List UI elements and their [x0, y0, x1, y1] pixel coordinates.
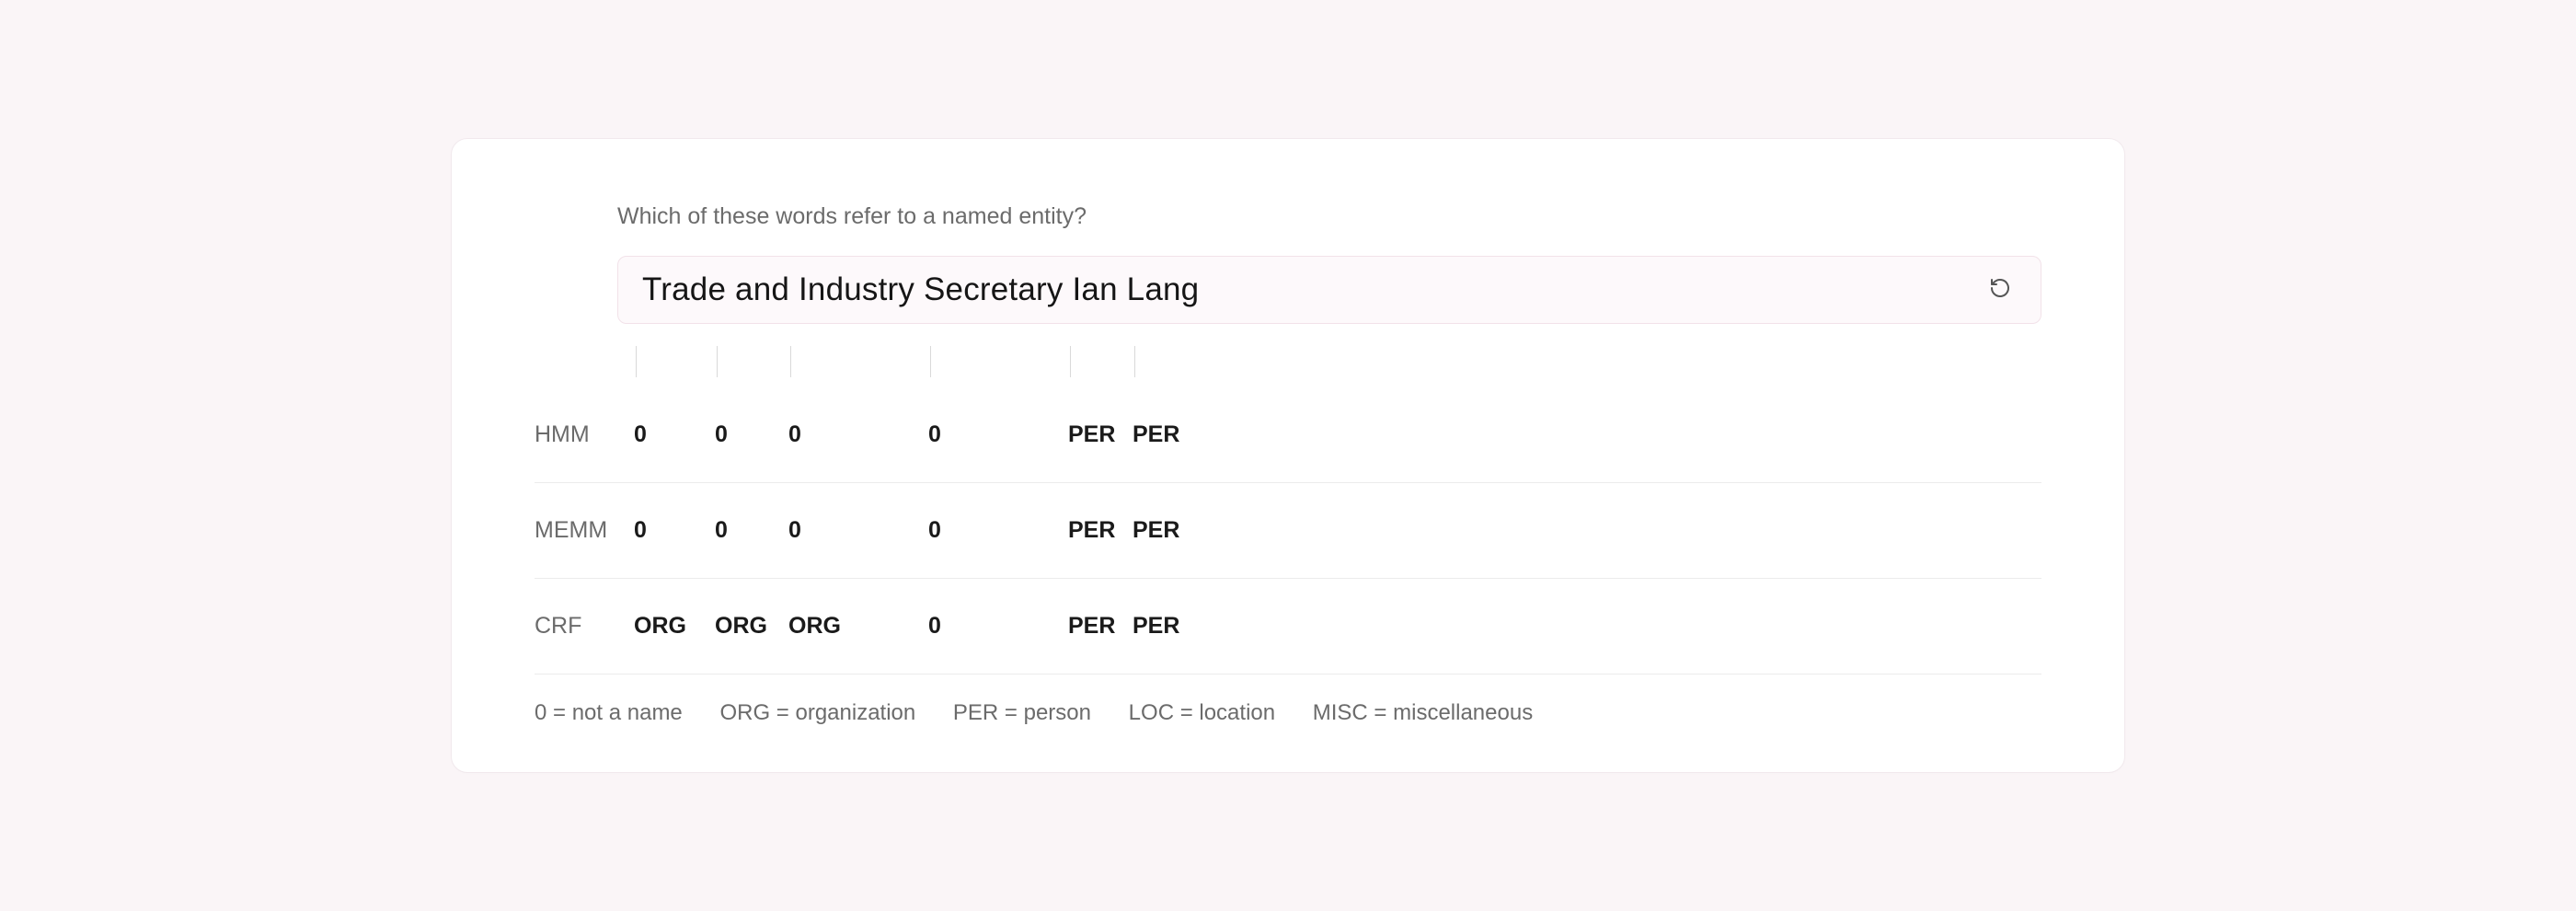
- model-name: MEMM: [535, 482, 634, 578]
- tag-cell: 0: [788, 386, 928, 482]
- prompt-text: Which of these words refer to a named en…: [617, 203, 2041, 230]
- legend-item: ORG = organization: [719, 700, 915, 725]
- model-row: MEMM 0 0 0 0 PER PER: [535, 482, 2041, 578]
- ner-demo-card: Which of these words refer to a named en…: [451, 138, 2125, 773]
- model-name: CRF: [535, 578, 634, 674]
- tag-cell: PER: [1068, 578, 1133, 674]
- refresh-button[interactable]: [1984, 273, 2017, 306]
- model-row: CRF ORG ORG ORG 0 PER PER: [535, 578, 2041, 674]
- tag-cell: 0: [928, 386, 1068, 482]
- tag-cell: PER: [1068, 386, 1133, 482]
- token-tick: [1134, 346, 1135, 377]
- token-tick: [717, 346, 718, 377]
- legend-item: PER = person: [953, 700, 1091, 725]
- tag-cell: PER: [1133, 482, 1197, 578]
- tag-cell: 0: [788, 482, 928, 578]
- tag-cell: 0: [634, 482, 715, 578]
- token-tick: [636, 346, 637, 377]
- token-tick: [930, 346, 931, 377]
- token-tick: [1070, 346, 1071, 377]
- legend-item: MISC = miscellaneous: [1313, 700, 1533, 725]
- legend: 0 = not a name ORG = organization PER = …: [535, 700, 2041, 726]
- tag-cell: PER: [1068, 482, 1133, 578]
- tag-cell: PER: [1133, 578, 1197, 674]
- tag-cell: ORG: [634, 578, 715, 674]
- tag-cell: 0: [715, 386, 788, 482]
- sentence-input-row: Trade and Industry Secretary Ian Lang: [617, 256, 2041, 324]
- tag-cell: 0: [634, 386, 715, 482]
- tag-cell: PER: [1133, 386, 1197, 482]
- tag-cell: ORG: [788, 578, 928, 674]
- sentence-text: Trade and Industry Secretary Ian Lang: [642, 271, 1984, 308]
- tag-cell: 0: [928, 578, 1068, 674]
- legend-item: 0 = not a name: [535, 700, 683, 725]
- token-tick-row: [535, 340, 2041, 386]
- model-row: HMM 0 0 0 0 PER PER: [535, 386, 2041, 482]
- tag-cell: 0: [715, 482, 788, 578]
- model-name: HMM: [535, 386, 634, 482]
- tag-table: HMM 0 0 0 0 PER PER MEMM 0 0 0 0 PER PER: [535, 340, 2041, 675]
- tag-cell: ORG: [715, 578, 788, 674]
- tag-cell: 0: [928, 482, 1068, 578]
- token-tick: [790, 346, 791, 377]
- refresh-icon: [1989, 277, 2011, 304]
- legend-item: LOC = location: [1129, 700, 1275, 725]
